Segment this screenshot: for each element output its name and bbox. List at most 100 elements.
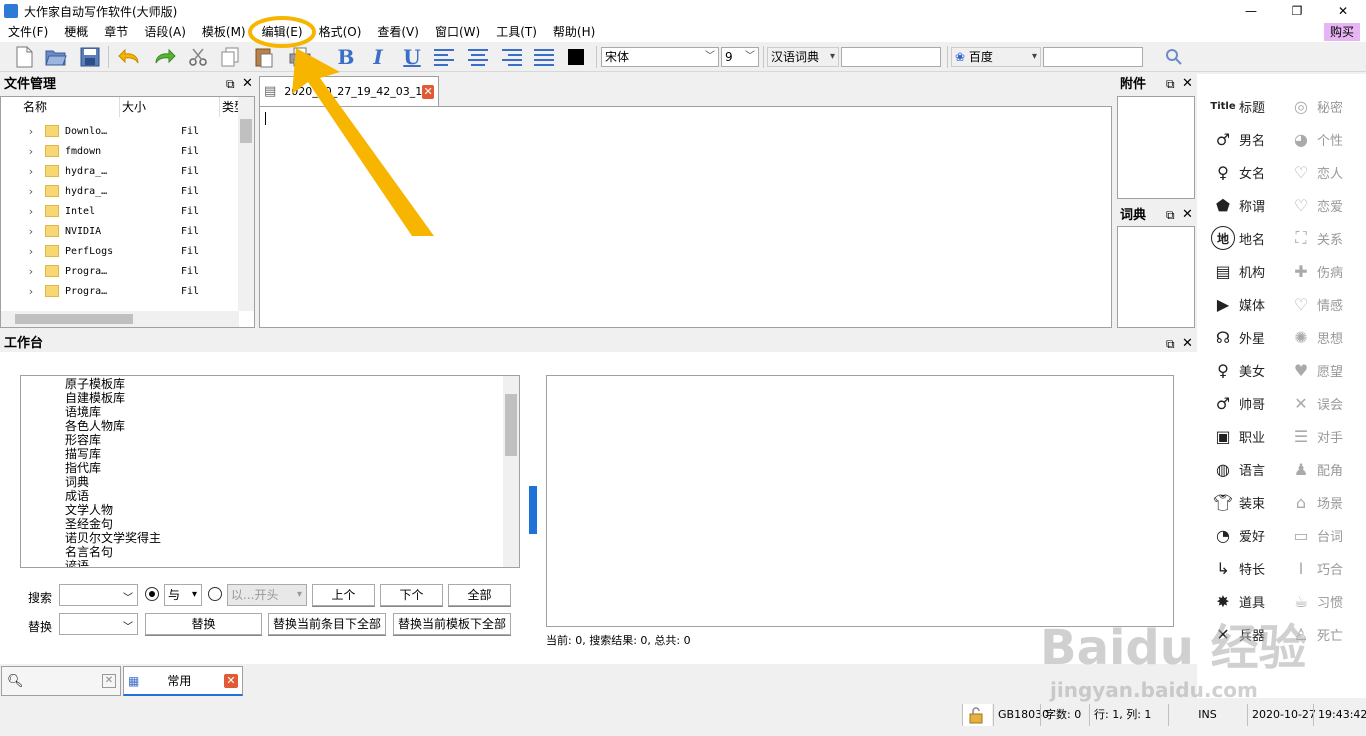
menu-chapter[interactable]: 章节 [96, 22, 136, 42]
document-tab[interactable]: ▤ 2020_10_27_19_42_03_1 ✕ [259, 76, 439, 106]
menu-template[interactable]: 模板(M) [194, 22, 254, 42]
tree-row[interactable]: › fmdown Fil [1, 141, 241, 161]
chevron-right-icon[interactable]: › [21, 245, 41, 258]
menu-paragraph[interactable]: 语段(A) [136, 22, 194, 42]
library-item[interactable]: 自建模板库 [65, 391, 125, 405]
float-panel-icon[interactable]: ⧉ [1166, 77, 1175, 92]
search-icon[interactable] [1162, 45, 1186, 69]
sidebar-item-secret[interactable]: ◎ 秘密 [1289, 94, 1343, 118]
chevron-right-icon[interactable]: › [21, 285, 41, 298]
sidebar-item-relation[interactable]: ⛶ 关系 [1289, 226, 1343, 250]
dictionary-select[interactable]: 汉语词典 ▾ [767, 47, 839, 67]
scrollbar-thumb[interactable] [240, 119, 252, 143]
close-panel-icon[interactable]: ✕ [242, 76, 253, 91]
float-panel-icon[interactable]: ⧉ [1166, 337, 1175, 352]
save-icon[interactable] [78, 45, 102, 69]
library-item[interactable]: 词典 [65, 475, 89, 489]
text-color-icon[interactable] [564, 45, 588, 69]
library-item[interactable]: 原子模板库 [65, 377, 125, 391]
sidebar-item-female-name[interactable]: ♀ 女名 [1211, 160, 1265, 184]
library-item[interactable]: 描写库 [65, 447, 101, 461]
file-tree[interactable]: 名称 大小 类型 › Downlo… Fil › fmdown Fil › hydra_…… [0, 96, 255, 328]
replace-entry-button[interactable]: 替换当前条目下全部 [268, 613, 386, 635]
prev-button[interactable]: 上个 [312, 584, 375, 606]
sidebar-item-skill[interactable]: ↳ 特长 [1211, 556, 1265, 580]
library-item[interactable]: 名言名句 [65, 545, 113, 559]
sidebar-item-misunderstanding[interactable]: ✕ 误会 [1289, 391, 1343, 415]
replace-combo[interactable]: ﹀ [59, 613, 138, 635]
library-item[interactable]: 圣经金句 [65, 517, 113, 531]
sidebar-item-coincidence[interactable]: I 巧合 [1289, 556, 1343, 580]
new-file-icon[interactable] [12, 45, 36, 69]
minimize-button[interactable]: — [1228, 0, 1274, 22]
align-right-icon[interactable] [500, 45, 524, 69]
sidebar-item-title[interactable]: Title 标题 [1210, 94, 1265, 118]
chevron-right-icon[interactable]: › [21, 205, 41, 218]
sidebar-item-job[interactable]: ▣ 职业 [1211, 424, 1265, 448]
library-item[interactable]: 文学人物 [65, 503, 113, 517]
dict-panel[interactable] [1117, 226, 1195, 328]
sidebar-item-lover[interactable]: ♡ 恋人 [1289, 160, 1343, 184]
tree-row[interactable]: › NVIDIA Fil [1, 221, 241, 241]
sidebar-item-emotion[interactable]: ♡ 情感 [1289, 292, 1343, 316]
library-item[interactable]: 谚语 [65, 559, 89, 567]
italic-button[interactable]: I [366, 45, 390, 69]
sidebar-item-romance[interactable]: ♡ 恋爱 [1289, 193, 1343, 217]
font-select[interactable]: 宋体 ﹀ [601, 47, 719, 67]
bold-button[interactable]: B [334, 45, 358, 69]
sidebar-item-hobby[interactable]: ◔ 爱好 [1211, 523, 1265, 547]
float-panel-icon[interactable]: ⧉ [226, 77, 235, 92]
scrollbar-thumb[interactable] [15, 314, 133, 324]
library-item[interactable]: 形容库 [65, 433, 101, 447]
tree-row[interactable]: › hydra_… Fil [1, 161, 241, 181]
sidebar-item-language[interactable]: ◍ 语言 [1211, 457, 1265, 481]
close-panel-icon[interactable]: ✕ [1182, 207, 1193, 222]
next-button[interactable]: 下个 [380, 584, 443, 606]
library-item[interactable]: 指代库 [65, 461, 101, 475]
sidebar-item-rival[interactable]: ☰ 对手 [1289, 424, 1343, 448]
chevron-right-icon[interactable]: › [21, 145, 41, 158]
cut-icon[interactable] [186, 45, 210, 69]
close-panel-icon[interactable]: ✕ [1182, 336, 1193, 351]
column-type[interactable]: 类型 [219, 97, 239, 117]
close-tab-icon[interactable]: ✕ [102, 674, 116, 688]
sidebar-item-thought[interactable]: ✺ 思想 [1289, 325, 1343, 349]
tree-row[interactable]: › PerfLogs Fil [1, 241, 241, 261]
menu-view[interactable]: 查看(V) [369, 22, 427, 42]
float-panel-icon[interactable]: ⧉ [1166, 208, 1175, 223]
chevron-right-icon[interactable]: › [21, 185, 41, 198]
search-tab[interactable]: 🔍︎ ✕ [1, 666, 121, 696]
tree-row[interactable]: › Downlo… Fil [1, 121, 241, 141]
sidebar-item-supporting-role[interactable]: ♟ 配角 [1289, 457, 1343, 481]
menu-edit[interactable]: 编辑(E) [254, 22, 311, 42]
column-name[interactable]: 名称 [1, 97, 119, 117]
library-item[interactable]: 语境库 [65, 405, 101, 419]
library-item[interactable]: 成语 [65, 489, 89, 503]
web-search-input[interactable] [1043, 47, 1143, 67]
tree-row[interactable]: › hydra_… Fil [1, 181, 241, 201]
sidebar-item-media[interactable]: ▶ 媒体 [1211, 292, 1265, 316]
copy-icon[interactable] [218, 45, 242, 69]
sidebar-item-handsome[interactable]: ♂ 帅哥 [1211, 391, 1265, 415]
sidebar-item-scene[interactable]: ⌂ 场景 [1289, 490, 1343, 514]
align-left-icon[interactable] [432, 45, 456, 69]
all-button[interactable]: 全部 [448, 584, 511, 606]
buy-button[interactable]: 购买 [1323, 23, 1360, 41]
sidebar-item-costume[interactable]: 👕︎ 装束 [1211, 490, 1265, 514]
chevron-right-icon[interactable]: › [21, 265, 41, 278]
column-size[interactable]: 大小 [119, 97, 219, 117]
align-justify-icon[interactable] [532, 45, 556, 69]
and-or-select[interactable]: 与 ▾ [164, 584, 202, 606]
splitter-handle[interactable] [529, 486, 537, 534]
library-list[interactable]: 原子模板库 自建模板库 语境库 各色人物库 形容库 描写库 指代库 词典 成语 文学人物 圣经金句诺… [20, 375, 520, 568]
starts-with-select[interactable]: 以...开头 ▾ [227, 584, 307, 606]
tree-row[interactable]: › Progra… Fil [1, 281, 241, 301]
tree-row[interactable]: › Progra… Fil [1, 261, 241, 281]
print-icon[interactable] [288, 45, 312, 69]
horizontal-scrollbar[interactable] [1, 311, 239, 327]
font-size-select[interactable]: 9 ﹀ [721, 47, 759, 67]
and-radio[interactable] [145, 587, 159, 601]
paste-icon[interactable] [252, 45, 276, 69]
close-tab-icon[interactable]: ✕ [224, 673, 238, 688]
menu-window[interactable]: 窗口(W) [427, 22, 488, 42]
